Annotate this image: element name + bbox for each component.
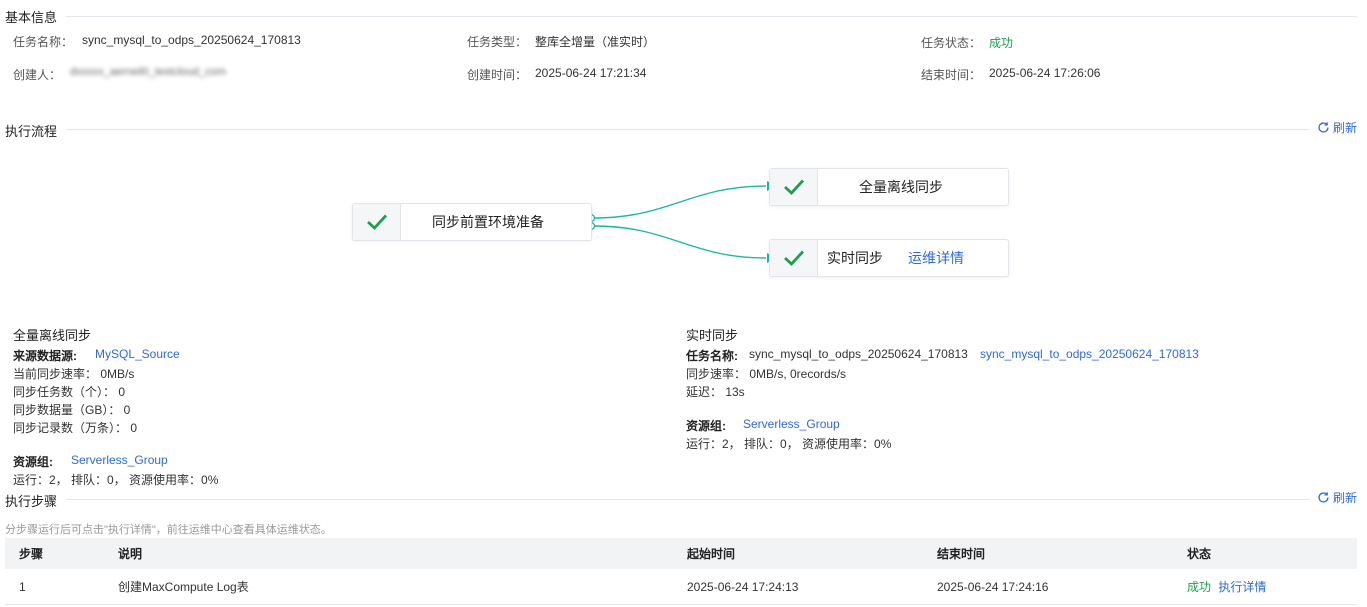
check-icon [770, 240, 818, 276]
check-icon [770, 169, 818, 205]
col-start: 起始时间 [673, 538, 923, 569]
rt-resource-group-stats: 运行：2， 排队：0， 资源使用率：0% [686, 437, 892, 451]
ops-detail-link[interactable]: 运维详情 [908, 248, 964, 268]
full-sync-rate: 当前同步速率： 0MB/s [13, 367, 135, 381]
source-link[interactable]: MySQL_Source [95, 347, 180, 361]
realtime-sync-title: 实时同步 [686, 328, 739, 343]
cell-status: 成功 执行详情 [1173, 569, 1357, 605]
exec-detail-link[interactable]: 执行详情 [1218, 580, 1266, 594]
cell-start: 2025-06-24 17:24:13 [673, 569, 923, 605]
col-desc: 说明 [104, 538, 673, 569]
connector-full [593, 185, 767, 219]
flow-connectors [586, 181, 776, 263]
divider [66, 499, 1310, 500]
col-step: 步骤 [5, 538, 104, 569]
flow-node-realtime[interactable]: 实时同步 运维详情 [769, 239, 1009, 277]
col-status: 状态 [1173, 538, 1357, 569]
rt-task-name-label: 任务名称: [686, 349, 738, 363]
steps-refresh-label: 刷新 [1333, 491, 1358, 505]
section-title-steps: 执行步骤 [5, 494, 58, 509]
resource-group-label: 资源组: [13, 455, 53, 469]
flow-node-full-sync[interactable]: 全量离线同步 [769, 168, 1009, 206]
check-icon [353, 204, 401, 240]
status-badge: 成功 [1187, 580, 1212, 594]
full-sync-records: 同步记录数（万条）： 0 [13, 421, 138, 435]
rt-sync-rate: 同步速率： 0MB/s, 0records/s [686, 367, 847, 381]
full-sync-tasks: 同步任务数（个）： 0 [13, 385, 126, 399]
cell-end: 2025-06-24 17:24:16 [923, 569, 1173, 605]
node-realtime-label: 实时同步 [827, 250, 883, 266]
rt-task-name-value: sync_mysql_to_odps_20250624_170813 [749, 347, 968, 361]
steps-refresh-button[interactable]: 刷新 [1317, 489, 1357, 506]
table-header-row: 步骤 说明 起始时间 结束时间 状态 [5, 538, 1357, 569]
rt-resource-group-link[interactable]: Serverless_Group [743, 417, 840, 431]
flow-node-prepare[interactable]: 同步前置环境准备 [352, 203, 592, 241]
node-prepare-label: 同步前置环境准备 [432, 214, 544, 230]
rt-resource-group-label: 资源组: [686, 419, 726, 433]
full-sync-title: 全量离线同步 [13, 328, 92, 343]
node-full-sync-label: 全量离线同步 [859, 179, 943, 195]
resource-group-link[interactable]: Serverless_Group [71, 453, 168, 467]
cell-step: 1 [5, 569, 104, 605]
steps-hint: 分步骤运行后可点击"执行详情"，前往运维中心查看具体运维状态。 [5, 524, 332, 536]
table-row: 1 创建MaxCompute Log表 2025-06-24 17:24:13 … [5, 569, 1357, 605]
full-sync-volume: 同步数据量（GB）： 0 [13, 403, 131, 417]
refresh-icon [1318, 492, 1329, 503]
rt-sync-delay: 延迟： 13s [686, 385, 745, 399]
col-end: 结束时间 [923, 538, 1173, 569]
steps-table: 步骤 说明 起始时间 结束时间 状态 1 创建MaxCompute Log表 2… [5, 538, 1357, 605]
source-label: 来源数据源: [13, 349, 77, 363]
cell-desc: 创建MaxCompute Log表 [104, 569, 673, 605]
resource-group-stats: 运行：2， 排队：0， 资源使用率：0% [13, 473, 219, 487]
rt-task-link[interactable]: sync_mysql_to_odps_20250624_170813 [980, 347, 1199, 361]
connector-realtime [593, 225, 767, 259]
